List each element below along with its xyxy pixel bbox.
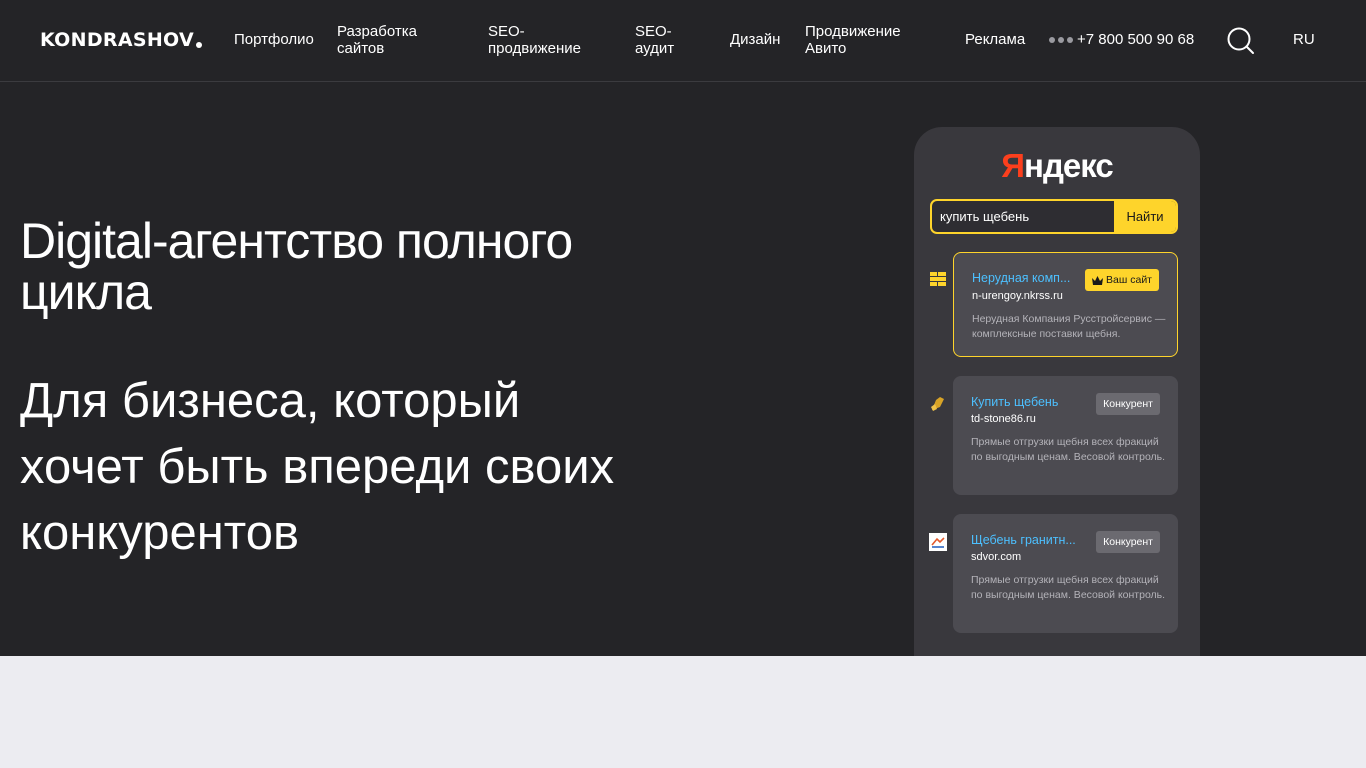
logo-text: KONDRASHOV [40, 29, 194, 51]
yandex-logo: Яндекс [914, 147, 1200, 185]
dots-icon [1049, 36, 1073, 43]
nav-design[interactable]: Дизайн [730, 31, 780, 48]
nav-seo-audit[interactable]: SEO-аудит [635, 23, 695, 57]
nav-avito-promotion[interactable]: Продвижение Авито [805, 23, 925, 57]
search-result-competitor: Щебень гранитн... sdvor.com Прямые отгру… [953, 514, 1178, 633]
result-description: Прямые отгрузки щебня всех фракций по вы… [971, 574, 1166, 601]
yandex-logo-rest: ндекс [1024, 147, 1114, 184]
nav-advertising[interactable]: Реклама [965, 31, 1025, 48]
badge-competitor: Конкурент [1096, 531, 1160, 553]
language-switcher[interactable]: RU [1293, 31, 1315, 48]
result-title: Нерудная комп... [972, 271, 1071, 285]
badge-label: Ваш сайт [1106, 274, 1152, 286]
hero-title: Digital-агентство полного цикла [20, 213, 573, 320]
badge-competitor: Конкурент [1096, 393, 1160, 415]
logo-dot [195, 42, 202, 48]
mock-search-bar: купить щебень Найти [930, 199, 1178, 234]
house-icon [929, 533, 947, 551]
result-url: td-stone86.ru [971, 413, 1036, 425]
phone-link[interactable]: +7 800 500 90 68 [1049, 31, 1194, 48]
mock-search-button: Найти [1114, 201, 1176, 232]
site-logo[interactable]: KONDRASHOV [40, 29, 202, 51]
search-result-own: Нерудная комп... n-urengoy.nkrss.ru Неру… [953, 252, 1178, 357]
result-url: n-urengoy.nkrss.ru [972, 290, 1063, 302]
phone-number: +7 800 500 90 68 [1077, 31, 1195, 48]
stone-icon [931, 397, 944, 411]
bricks-icon [930, 272, 946, 286]
crown-icon [1092, 275, 1104, 285]
search-icon [1227, 27, 1254, 54]
nav-portfolio[interactable]: Портфолио [234, 31, 314, 48]
result-title: Купить щебень [971, 395, 1059, 409]
result-title: Щебень гранитн... [971, 533, 1076, 547]
yandex-search-mockup: Яндекс купить щебень Найти Нерудная комп… [914, 127, 1200, 667]
next-section [0, 656, 1366, 768]
search-result-competitor: Купить щебень td-stone86.ru Прямые отгру… [953, 376, 1178, 495]
result-description: Прямые отгрузки щебня всех фракций по вы… [971, 436, 1166, 463]
mock-search-query: купить щебень [940, 209, 1030, 224]
result-url: sdvor.com [971, 551, 1022, 563]
badge-your-site: Ваш сайт [1085, 269, 1159, 291]
nav-web-development[interactable]: Разработка сайтов [337, 23, 447, 57]
site-header: KONDRASHOV Портфолио Разработка сайтов S… [0, 0, 1366, 82]
hero-subtitle: Для бизнеса, который хочет быть впереди … [20, 374, 615, 560]
result-description: Нерудная Компания Русстройсервис — компл… [972, 313, 1166, 340]
yandex-logo-first: Я [1001, 147, 1025, 184]
search-button[interactable] [1226, 26, 1256, 56]
nav-seo-promotion[interactable]: SEO-продвижение [488, 23, 598, 57]
